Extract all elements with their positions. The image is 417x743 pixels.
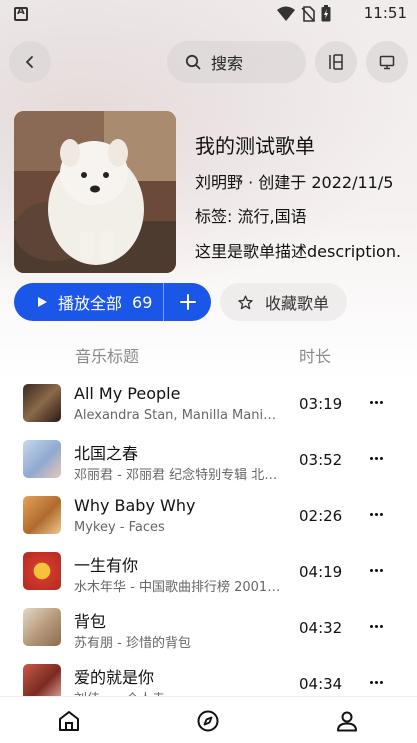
more-icon: [369, 512, 373, 516]
collect-playlist-button[interactable]: 收藏歌单: [220, 283, 347, 321]
no-sim-icon: [301, 5, 315, 22]
album-cover: [23, 496, 61, 534]
song-duration: 03:52: [299, 451, 343, 469]
song-row[interactable]: 北国之春 邓丽君 - 邓丽君 纪念特别专辑 北国之春 03:52: [0, 432, 417, 488]
song-artist-album: 水木年华 - 中国歌曲排行榜 2001 精选: [74, 580, 284, 595]
search-label: 搜索: [211, 54, 244, 73]
song-duration: 04:19: [299, 563, 343, 581]
home-icon: [59, 711, 79, 731]
song-duration: 04:34: [299, 675, 343, 693]
song-duration: 04:32: [299, 619, 343, 637]
playlist-description: 这里是歌单描述description.: [195, 242, 402, 261]
song-artist-album: 苏有朋 - 珍惜的背包: [74, 636, 191, 651]
more-options-button[interactable]: [364, 504, 388, 524]
album-cover: [23, 440, 61, 478]
song-row[interactable]: 一生有你 水木年华 - 中国歌曲排行榜 2001 精选 04:19: [0, 544, 417, 600]
album-cover: [23, 384, 61, 422]
plus-icon: [179, 294, 196, 310]
song-list: All My People Alexandra Stan, Manilla Ma…: [0, 376, 417, 696]
song-row[interactable]: 爱的就是你 刘佳 - 一个人走 04:34: [0, 656, 417, 696]
song-name: 背包: [74, 612, 107, 631]
playlist-cover: [14, 111, 176, 273]
album-cover: [23, 664, 61, 696]
desktop-mode-button[interactable]: [366, 41, 408, 83]
status-icons: [277, 5, 331, 22]
column-header-title: 音乐标题: [75, 347, 140, 366]
song-artist-album: 刘佳 - 一个人走: [74, 688, 284, 696]
status-time: 11:51: [363, 4, 407, 22]
compass-icon: [197, 710, 219, 732]
battery-icon: [321, 5, 331, 22]
song-row[interactable]: All My People Alexandra Stan, Manilla Ma…: [0, 376, 417, 432]
star-icon: [238, 294, 253, 309]
song-artist-album: Mykey - Faces: [74, 520, 165, 535]
song-artist-album: 邓丽君 - 邓丽君 纪念特别专辑 北国之春: [74, 468, 284, 483]
playlist-title: 我的测试歌单: [195, 134, 315, 158]
more-options-button[interactable]: [364, 616, 388, 636]
song-duration: 02:26: [299, 507, 343, 525]
song-name: 北国之春: [74, 444, 139, 463]
status-bar: 11:51: [0, 0, 417, 28]
collect-label: 收藏歌单: [265, 294, 330, 313]
more-options-button[interactable]: [364, 672, 388, 692]
search-icon: [185, 54, 201, 70]
more-options-button[interactable]: [364, 560, 388, 580]
user-icon: [337, 711, 357, 732]
more-icon: [369, 680, 373, 684]
search-button[interactable]: 搜索: [167, 41, 306, 83]
song-artist-album: Alexandra Stan, Manilla Maniacs - All My…: [74, 408, 284, 423]
more-icon: [369, 456, 373, 460]
playlist-tags: 标签: 流行,国语: [195, 207, 307, 226]
more-icon: [369, 624, 373, 628]
nav-home[interactable]: [57, 709, 81, 733]
song-name: 爱的就是你: [74, 668, 155, 687]
column-header-duration: 时长: [299, 347, 332, 366]
add-to-queue-button[interactable]: [164, 283, 211, 321]
song-duration: 03:19: [299, 395, 343, 413]
album-cover: [23, 608, 61, 646]
song-row[interactable]: Why Baby Why Mykey - Faces 02:26: [0, 488, 417, 544]
nav-profile[interactable]: [335, 709, 359, 733]
old-ui-button[interactable]: [315, 41, 357, 83]
wifi-icon: [277, 6, 295, 21]
more-options-button[interactable]: [364, 448, 388, 468]
monitor-icon: [379, 55, 395, 70]
album-cover: [23, 552, 61, 590]
more-icon: [369, 400, 373, 404]
more-options-button[interactable]: [364, 392, 388, 412]
bottom-navigation: [0, 696, 417, 743]
play-all-label: 播放全部: [58, 294, 123, 313]
back-button[interactable]: [9, 41, 51, 83]
song-name: 一生有你: [74, 556, 139, 575]
song-name: Why Baby Why: [74, 496, 196, 515]
nav-discover[interactable]: [196, 709, 220, 733]
chevron-left-icon: [26, 56, 33, 68]
play-all-group: 播放全部 69: [14, 283, 211, 321]
song-row[interactable]: 背包 苏有朋 - 珍惜的背包 04:32: [0, 600, 417, 656]
play-all-button[interactable]: 播放全部 69: [14, 283, 163, 321]
play-icon: [38, 297, 47, 307]
old-ui-icon: [329, 54, 343, 70]
notification-icon: [14, 6, 28, 21]
song-name: All My People: [74, 384, 181, 403]
more-icon: [369, 568, 373, 572]
play-all-count: 69: [132, 292, 153, 312]
playlist-creator-date: 刘明野 · 创建于 2022/11/5: [195, 173, 394, 192]
